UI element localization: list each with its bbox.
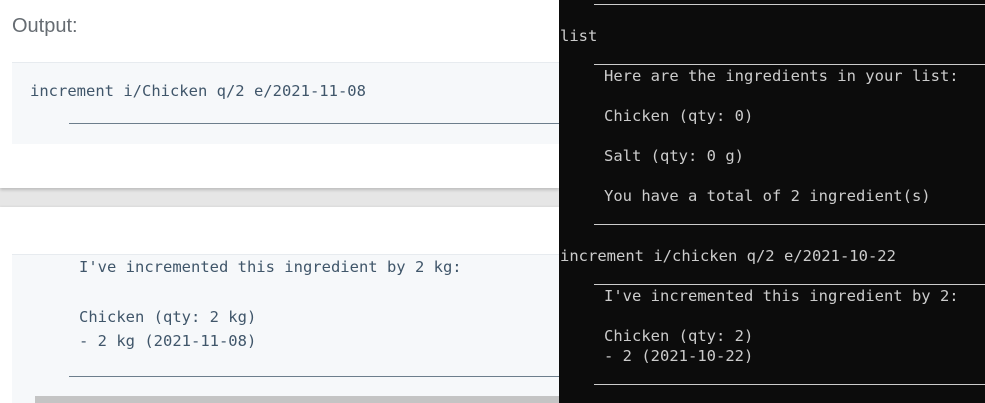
terminal-separator-line	[594, 384, 985, 385]
terminal-separator-line	[594, 64, 985, 65]
terminal-output-line: I've incremented this ingredient by 2:	[604, 287, 959, 305]
terminal-window[interactable]: list Here are the ingredients in your li…	[559, 0, 985, 403]
horizontal-scrollbar[interactable]	[35, 396, 559, 403]
terminal-output-line: - 2 (2021-10-22)	[604, 347, 754, 365]
code-output-line: Chicken (qty: 2 kg)	[79, 308, 257, 326]
output-label: Output:	[12, 15, 78, 37]
code-block-command: increment i/Chicken q/2 e/2021-11-08	[12, 62, 559, 144]
output-card: Output: increment i/Chicken q/2 e/2021-1…	[0, 0, 559, 188]
terminal-output-line: Chicken (qty: 2)	[604, 327, 754, 345]
code-output-line: - 2 kg (2021-11-08)	[79, 332, 257, 350]
terminal-command-list: list	[560, 27, 598, 45]
code-separator-line	[69, 376, 559, 377]
terminal-output-line: Here are the ingredients in your list:	[604, 67, 959, 85]
documentation-pane: Output: increment i/Chicken q/2 e/2021-1…	[0, 0, 559, 403]
terminal-separator-line	[594, 4, 985, 5]
code-command-line: increment i/Chicken q/2 e/2021-11-08	[30, 82, 366, 100]
code-block-output: I've incremented this ingredient by 2 kg…	[12, 254, 559, 403]
terminal-output-line: Chicken (qty: 0)	[604, 107, 754, 125]
expected-output-card: I've incremented this ingredient by 2 kg…	[0, 207, 559, 403]
terminal-separator-line	[594, 224, 985, 225]
code-output-line: I've incremented this ingredient by 2 kg…	[79, 258, 462, 276]
terminal-command-increment: increment i/chicken q/2 e/2021-10-22	[560, 247, 896, 265]
terminal-output-line: Salt (qty: 0 g)	[604, 147, 744, 165]
terminal-output-line: You have a total of 2 ingredient(s)	[604, 187, 931, 205]
terminal-separator-line	[594, 284, 985, 285]
code-separator-line	[69, 123, 559, 124]
